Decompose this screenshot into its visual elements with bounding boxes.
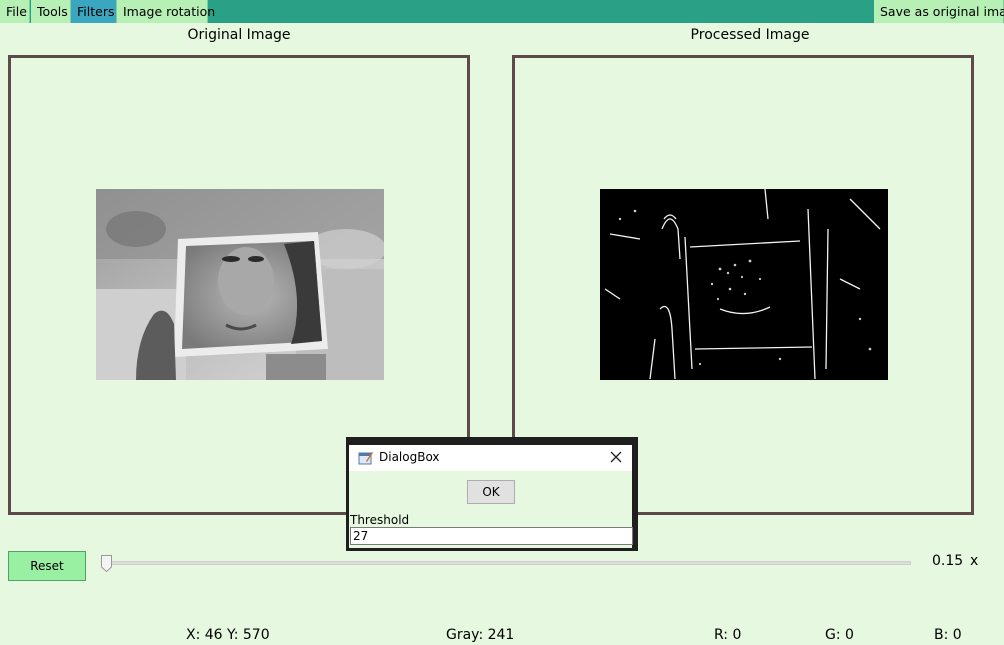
processed-image-title: Processed Image — [690, 27, 810, 43]
status-gray: Gray: 241 — [446, 627, 515, 643]
zoom-unit: x — [970, 553, 979, 569]
save-as-original-button[interactable]: Save as original image — [874, 0, 1004, 23]
threshold-label: Threshold — [350, 513, 410, 527]
processed-image[interactable] — [600, 189, 888, 380]
dialog-title: DialogBox — [379, 450, 440, 464]
dialog-body: OK Threshold 27 — [349, 471, 633, 548]
zoom-slider-track[interactable] — [106, 561, 911, 565]
menu-image-rotation[interactable]: Image rotation — [117, 0, 215, 23]
original-image[interactable] — [96, 189, 384, 380]
ok-button[interactable]: OK — [467, 480, 515, 504]
threshold-input[interactable]: 27 — [350, 527, 633, 545]
close-icon[interactable] — [608, 449, 624, 465]
original-image-title: Original Image — [187, 27, 291, 43]
menu-filters[interactable]: Filters — [71, 0, 117, 23]
status-coords: X: 46 Y: 570 — [186, 627, 270, 643]
zoom-value: 0.15 — [932, 553, 964, 569]
threshold-dialog: DialogBox OK Threshold 27 — [346, 437, 638, 551]
slider-thumb-icon[interactable] — [101, 555, 112, 573]
menu-tools[interactable]: Tools — [31, 0, 71, 23]
reset-button[interactable]: Reset — [8, 551, 86, 581]
menu-file[interactable]: File — [0, 0, 30, 23]
status-green: G: 0 — [825, 627, 854, 643]
status-red: R: 0 — [714, 627, 742, 643]
dialog-title-bar[interactable]: DialogBox — [349, 445, 632, 472]
app-window-icon — [358, 450, 374, 466]
menu-bar: File Tools Filters Image rotation Save a… — [0, 0, 1004, 23]
status-blue: B: 0 — [934, 627, 962, 643]
